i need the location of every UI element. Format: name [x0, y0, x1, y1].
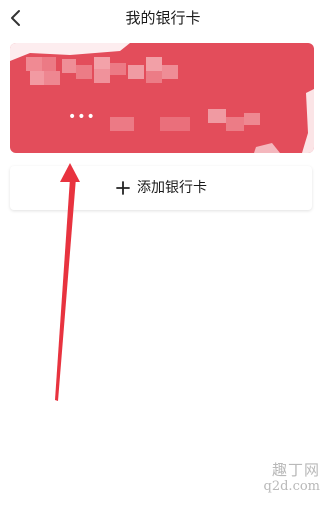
- add-bank-card-button[interactable]: 添加银行卡: [10, 166, 312, 210]
- watermark-line1: 趣丁网: [271, 461, 320, 479]
- add-bank-card-label: 添加银行卡: [137, 180, 207, 196]
- masked-card-number: •••: [68, 109, 96, 125]
- bank-card[interactable]: •••: [10, 43, 314, 153]
- watermark-line2: q2d.com: [263, 479, 320, 494]
- watermark: 趣丁网 q2d.com: [254, 461, 320, 503]
- plus-icon: [115, 180, 131, 196]
- page-title: 我的银行卡: [125, 9, 201, 27]
- bank-card-obscured-image: [10, 43, 314, 153]
- top-nav-bar: 我的银行卡: [0, 0, 326, 38]
